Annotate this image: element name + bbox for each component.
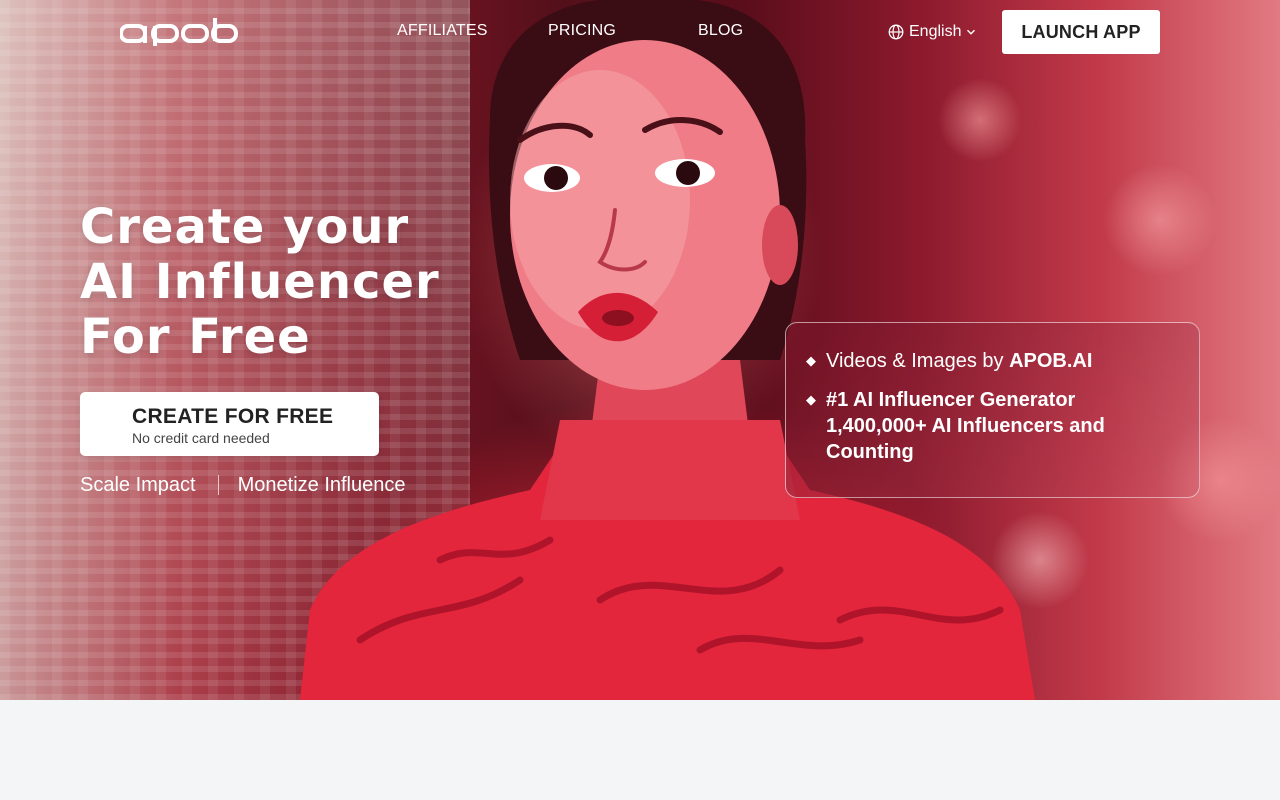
info-line2-c: Counting	[826, 441, 914, 463]
info-text-1: Videos & Images by APOB.AI	[826, 347, 1092, 375]
nav-link-pricing[interactable]: PRICING	[548, 22, 616, 40]
info-line1-brand: APOB.AI	[1009, 350, 1093, 372]
globe-icon	[888, 24, 904, 40]
info-row-videos-images: ◆ Videos & Images by APOB.AI	[804, 347, 1179, 375]
cta-label: CREATE FOR FREE	[132, 404, 334, 428]
tagline-scale-impact: Scale Impact	[80, 473, 196, 496]
cta-sublabel: No credit card needed	[132, 429, 270, 446]
language-selector[interactable]: English	[888, 21, 976, 43]
chevron-down-icon	[967, 29, 976, 35]
info-line2-a: #1 AI Influencer Generator	[826, 389, 1076, 411]
info-line1-prefix: Videos & Images by	[826, 350, 1010, 372]
tagline-divider	[217, 475, 219, 495]
info-row-generator: ◆ #1 AI Influencer Generator 1,400,000+ …	[804, 387, 1179, 465]
language-label: English	[909, 23, 962, 40]
diamond-bullet-icon: ◆	[806, 392, 816, 407]
headline-line: For Free	[80, 309, 311, 365]
tagline-monetize-influence: Monetize Influence	[237, 473, 406, 496]
feature-info-card: ◆ Videos & Images by APOB.AI ◆ #1 AI Inf…	[785, 322, 1200, 498]
info-line2-b: 1,400,000+ AI Influencers and	[826, 415, 1105, 437]
headline-line: AI Influencer	[80, 254, 440, 310]
nav-link-blog[interactable]: BLOG	[698, 22, 743, 40]
hero-headline: Create your AI Influencer For Free	[80, 200, 500, 365]
top-navigation: AFFILIATES PRICING BLOG English LAUNCH A…	[0, 0, 1280, 64]
diamond-bullet-icon: ◆	[806, 353, 816, 368]
nav-link-affiliates[interactable]: AFFILIATES	[397, 22, 488, 40]
headline-line: Create your	[80, 199, 410, 255]
info-text-2: #1 AI Influencer Generator 1,400,000+ AI…	[826, 387, 1105, 465]
launch-app-button[interactable]: LAUNCH APP	[1002, 10, 1160, 54]
below-hero-section	[0, 700, 1280, 800]
create-for-free-button[interactable]: CREATE FOR FREE No credit card needed	[80, 392, 379, 456]
hero-taglines: Scale Impact Monetize Influence	[80, 473, 406, 497]
apob-logo[interactable]	[120, 18, 238, 46]
